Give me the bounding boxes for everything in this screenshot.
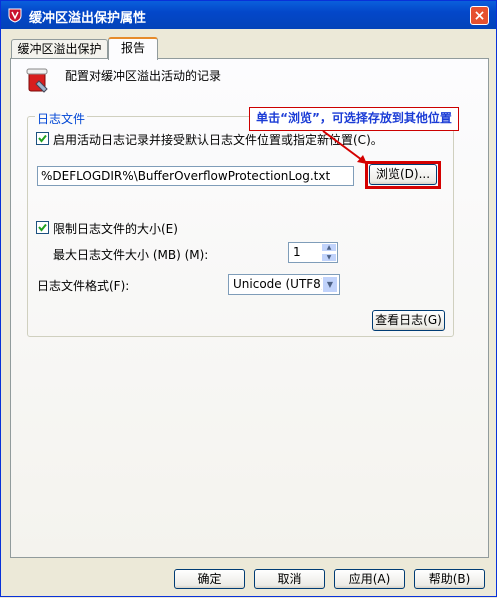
annotation-arrow-icon (322, 130, 367, 164)
properties-window: 缓冲区溢出保护属性 × 缓冲区溢出保护 报告 配置对缓冲区溢出活动的记录 日志文… (0, 0, 497, 597)
